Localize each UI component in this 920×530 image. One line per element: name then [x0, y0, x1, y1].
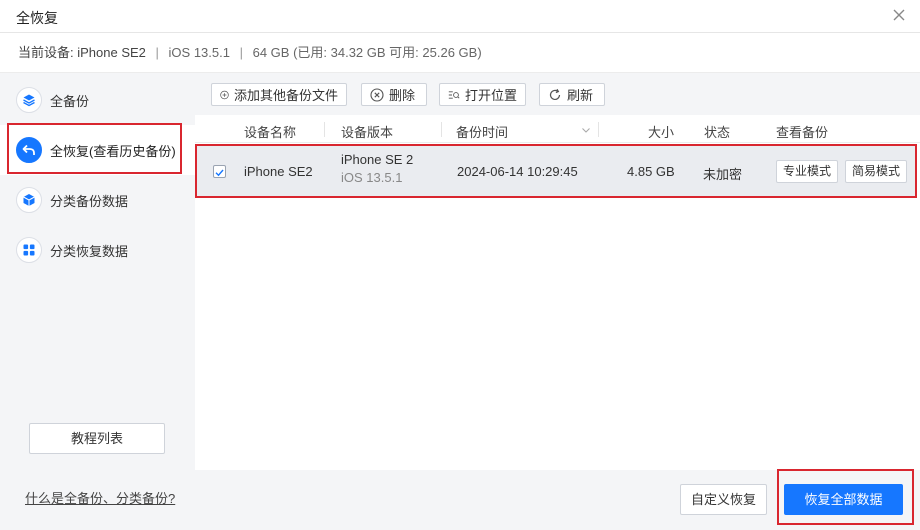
sidebar-item-label: 分类备份数据	[50, 193, 129, 209]
sidebar-item-category-backup[interactable]: 分类备份数据	[0, 175, 195, 225]
sidebar-item-category-restore[interactable]: 分类恢复数据	[0, 225, 195, 275]
undo-arrow-icon	[16, 137, 42, 163]
cube-icon	[16, 187, 42, 213]
sort-chevron-down-icon[interactable]	[581, 123, 591, 138]
close-circle-icon	[370, 87, 384, 102]
open-location-label: 打开位置	[464, 88, 517, 103]
sidebar-item-full-backup[interactable]: 全备份	[0, 75, 195, 125]
layers-icon	[16, 87, 42, 113]
column-header-size[interactable]: 大小	[648, 122, 674, 141]
sidebar: 全备份 全恢复(查看历史备份) 分类备份数据 分类恢复数据	[0, 73, 195, 530]
delete-label: 删除	[389, 88, 416, 103]
restore-all-button[interactable]: 恢复全部数据	[784, 484, 903, 515]
storage-info: 64 GB (已用: 34.32 GB 可用: 25.26 GB)	[252, 45, 482, 60]
close-icon[interactable]	[890, 6, 908, 24]
help-link[interactable]: 什么是全备份、分类备份?	[25, 488, 175, 507]
row-status: 未加密	[703, 167, 743, 182]
column-divider	[324, 122, 325, 137]
window-title: 全恢复	[16, 10, 58, 26]
table-row[interactable]: iPhone SE2 iPhone SE 2 iOS 13.5.1 2024-0…	[197, 146, 915, 196]
row-checkbox[interactable]	[213, 165, 226, 178]
device-name: 当前设备: iPhone SE2	[18, 45, 146, 60]
find-list-icon	[448, 90, 460, 99]
title-bar: 全恢复	[0, 0, 920, 33]
add-backup-file-button[interactable]: 添加其他备份文件	[211, 83, 347, 106]
tutorial-list-button[interactable]: 教程列表	[29, 423, 165, 454]
pro-mode-button[interactable]: 专业模式	[776, 160, 838, 183]
add-backup-label: 添加其他备份文件	[233, 88, 338, 103]
ios-version: iOS 13.5.1	[168, 45, 230, 60]
sidebar-item-label: 分类恢复数据	[50, 243, 129, 259]
row-size: 4.85 GB	[627, 164, 675, 179]
column-divider	[441, 122, 442, 137]
delete-button[interactable]: 删除	[361, 83, 427, 106]
column-header-backup-time[interactable]: 备份时间	[456, 122, 508, 141]
row-ios-version: iOS 13.5.1	[341, 170, 403, 185]
row-model: iPhone SE 2	[341, 152, 414, 167]
plus-circle-icon	[220, 90, 229, 99]
separator: |	[155, 45, 159, 60]
separator: |	[239, 45, 243, 60]
column-header-view-backup[interactable]: 查看备份	[776, 122, 828, 141]
refresh-label: 刷新	[567, 88, 594, 103]
row-backup-time: 2024-06-14 10:29:45	[457, 164, 578, 179]
checkmark-icon	[215, 169, 224, 177]
refresh-button[interactable]: 刷新	[539, 83, 605, 106]
refresh-icon	[549, 88, 561, 100]
column-header-status[interactable]: 状态	[704, 122, 730, 141]
column-header-device-name[interactable]: 设备名称	[244, 122, 296, 141]
toolbar: 添加其他备份文件 删除 打开位置 刷新	[195, 73, 920, 115]
open-location-button[interactable]: 打开位置	[439, 83, 526, 106]
grid-icon	[16, 237, 42, 263]
column-header-device-version[interactable]: 设备版本	[341, 122, 393, 141]
sidebar-item-label: 全备份	[50, 93, 90, 109]
column-divider	[598, 122, 599, 137]
device-info-bar: 当前设备: iPhone SE2 | iOS 13.5.1 | 64 GB (已…	[0, 33, 920, 73]
easy-mode-button[interactable]: 简易模式	[845, 160, 907, 183]
custom-restore-button[interactable]: 自定义恢复	[680, 484, 767, 515]
table-header: 设备名称 设备版本 备份时间 大小 状态 查看备份	[195, 115, 920, 143]
row-device-name: iPhone SE2	[244, 164, 313, 179]
sidebar-item-label: 全恢复(查看历史备份)	[50, 143, 176, 159]
sidebar-item-full-restore[interactable]: 全恢复(查看历史备份)	[0, 125, 195, 175]
